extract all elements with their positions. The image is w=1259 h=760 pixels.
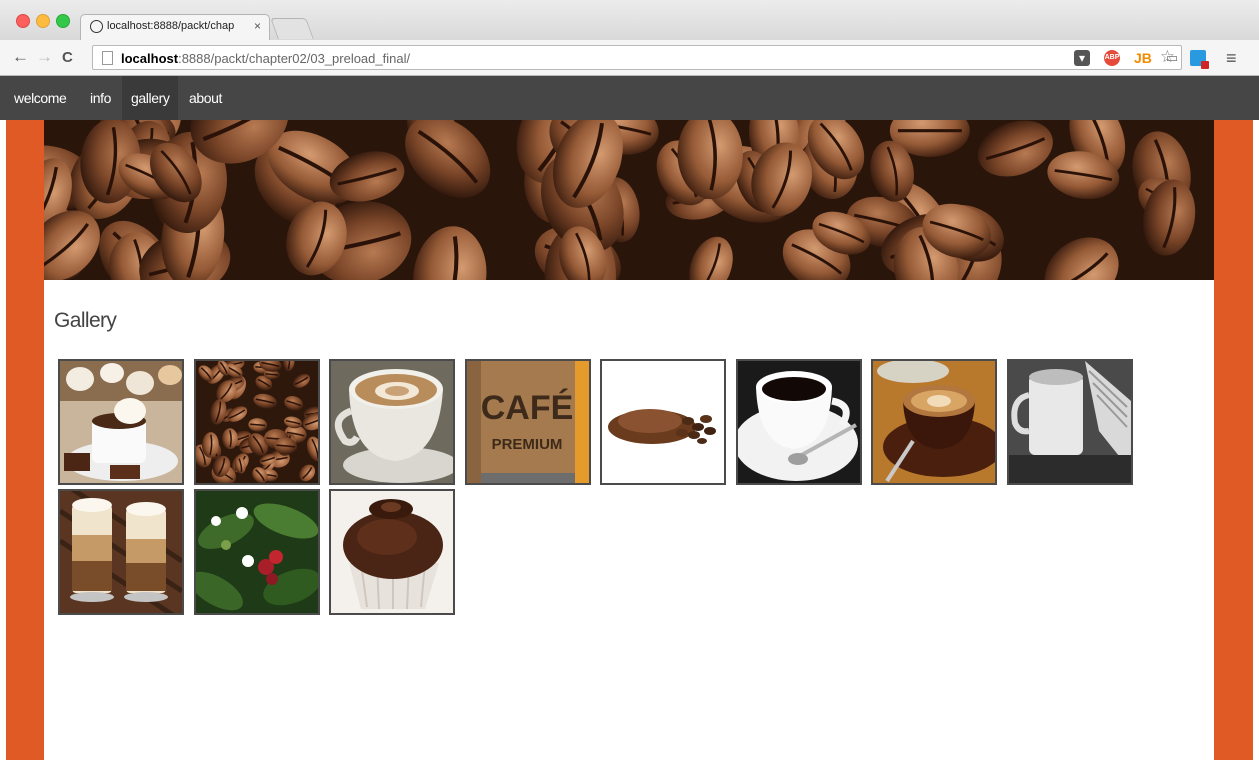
browser-titlebar: localhost:8888/packt/chap ×	[0, 0, 1259, 40]
accent-border-right	[1214, 120, 1253, 760]
nav-item-about[interactable]: about	[189, 76, 222, 120]
cafe-label: CAFÉ	[481, 389, 574, 427]
browser-toolbar: ← → C localhost:8888/packt/chapter02/03_…	[0, 40, 1259, 76]
tab-title: localhost:8888/packt/chap	[107, 20, 235, 32]
premium-label: PREMIUM	[492, 436, 563, 453]
menu-icon[interactable]: ≡	[1226, 48, 1237, 69]
accent-border-left	[6, 120, 44, 760]
window-close-button[interactable]	[16, 14, 30, 28]
reload-icon[interactable]: C	[62, 49, 73, 66]
globe-icon	[90, 20, 103, 33]
nav-item-info[interactable]: info	[90, 76, 111, 120]
new-tab-button[interactable]	[270, 18, 314, 39]
url-text[interactable]: localhost:8888/packt/chapter02/03_preloa…	[121, 51, 410, 66]
gallery-thumb-cafe-premium-cup[interactable]: CAFÉ PREMIUM	[465, 359, 591, 485]
page-icon	[102, 51, 113, 65]
page-margin-right	[1253, 76, 1259, 760]
gallery-thumb-coffee-beans[interactable]	[194, 359, 320, 485]
gallery-thumb-latte-art-cup[interactable]	[329, 359, 455, 485]
cast-icon[interactable]: ▭	[1164, 50, 1180, 66]
picture-icon[interactable]	[1190, 50, 1209, 69]
forward-arrow-icon[interactable]: →	[36, 47, 53, 67]
hero-banner-image	[44, 120, 1214, 280]
gallery-heading: Gallery	[54, 309, 117, 332]
browser-tab[interactable]: localhost:8888/packt/chap ×	[80, 14, 270, 40]
gallery-thumb-ground-coffee-pile[interactable]	[600, 359, 726, 485]
gallery-thumb-two-latte-glasses[interactable]	[58, 489, 184, 615]
back-arrow-icon[interactable]: ←	[12, 47, 29, 67]
gallery-thumb-chocolate-muffin[interactable]	[329, 489, 455, 615]
gallery-thumb-meringue-and-coffee[interactable]	[58, 359, 184, 485]
adblock-plus-icon[interactable]: ABP	[1104, 50, 1120, 66]
nav-item-welcome[interactable]: welcome	[14, 76, 67, 120]
gallery-thumb-latte-on-saucer[interactable]	[871, 359, 997, 485]
gallery-thumb-mug-and-newspaper[interactable]	[1007, 359, 1133, 485]
window-maximize-button[interactable]	[56, 14, 70, 28]
address-bar[interactable]: localhost:8888/packt/chapter02/03_preloa…	[92, 45, 1182, 70]
window-minimize-button[interactable]	[36, 14, 50, 28]
site-navbar: welcome info gallery about	[0, 76, 1259, 120]
pocket-icon[interactable]: ▾	[1074, 50, 1090, 66]
gallery-thumb-black-coffee-cup[interactable]	[736, 359, 862, 485]
tab-close-icon[interactable]: ×	[254, 19, 261, 33]
gallery-thumb-coffee-plant[interactable]	[194, 489, 320, 615]
jetbrains-icon[interactable]: JB	[1134, 50, 1152, 66]
nav-item-gallery[interactable]: gallery	[122, 76, 179, 120]
